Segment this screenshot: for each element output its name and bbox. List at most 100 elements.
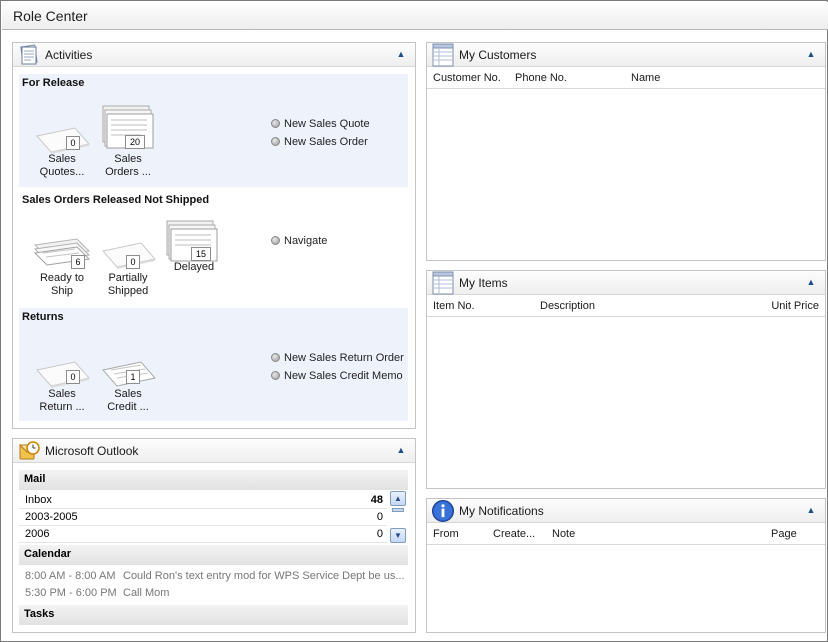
cue-count: 6 — [71, 255, 85, 269]
list-icon — [432, 43, 454, 67]
action-label: New Sales Return Order — [284, 352, 404, 364]
cue-label: Delayed — [173, 261, 215, 273]
action-label: New Sales Order — [284, 136, 368, 148]
folder-name: Inbox — [25, 494, 52, 506]
appointment-subject: Call Mom — [123, 587, 170, 599]
activities-part: Activities ▲ For Release 0 Sales Quotes.… — [12, 42, 416, 429]
my-items-title: My Items — [459, 276, 508, 290]
mail-folder-row[interactable]: 2003-2005 0 — [19, 509, 387, 526]
folder-name: 2006 — [25, 528, 50, 540]
info-icon — [432, 500, 454, 522]
column-header[interactable]: Description — [540, 300, 595, 312]
appointment-time: 5:30 PM - 6:00 PM — [25, 587, 117, 599]
collapse-up-icon[interactable]: ▲ — [805, 275, 817, 289]
tasks-title: Tasks — [24, 608, 55, 620]
my-customers-header: My Customers ▲ — [427, 43, 825, 67]
column-header-row: Customer No. Phone No. Name — [427, 68, 825, 89]
mail-scrollbar[interactable]: ▲ ▼ — [390, 491, 406, 543]
cue-count: 15 — [191, 247, 211, 261]
column-header[interactable]: Customer No. — [433, 72, 501, 84]
mail-section-header: Mail — [19, 470, 408, 490]
action-new-sales-order[interactable]: New Sales Order — [271, 136, 368, 148]
folder-name: 2003-2005 — [25, 511, 78, 523]
calendar-title: Calendar — [24, 548, 72, 560]
bullet-icon — [271, 137, 280, 146]
group-title: Sales Orders Released Not Shipped — [22, 194, 210, 206]
collapse-up-icon[interactable]: ▲ — [805, 503, 817, 517]
bullet-icon — [271, 371, 280, 380]
column-header[interactable]: Unit Price — [771, 300, 819, 312]
column-header-row: Item No. Description Unit Price — [427, 296, 825, 317]
folder-count: 0 — [376, 511, 383, 523]
calendar-section-header: Calendar — [19, 545, 408, 565]
action-label: New Sales Credit Memo — [284, 370, 403, 382]
column-header-row: From Create... Note Page — [427, 524, 825, 545]
group-title: Returns — [22, 311, 64, 323]
my-items-part: My Items ▲ Item No. Description Unit Pri… — [426, 270, 826, 489]
group-for-release: For Release 0 Sales Quotes... 20 Sales O… — [19, 74, 408, 187]
folder-count: 0 — [376, 528, 383, 540]
activities-stack-icon — [20, 44, 38, 65]
cue-count: 0 — [66, 370, 80, 384]
outlook-icon — [18, 441, 40, 460]
scroll-thumb[interactable] — [392, 508, 404, 512]
cue-label: Partially Shipped — [107, 272, 149, 297]
activities-header: Activities ▲ — [13, 43, 415, 67]
title-bar: Role Center — [2, 2, 828, 30]
cue-label: Sales Credit ... — [107, 388, 149, 413]
cue-count: 0 — [66, 136, 80, 150]
mail-folder-row[interactable]: 2006 0 — [19, 526, 387, 543]
role-center-window: Role Center Activities ▲ For Release 0 S… — [0, 0, 828, 642]
scroll-down-icon[interactable]: ▼ — [390, 528, 406, 543]
cue-label: Ready to Ship — [39, 272, 85, 297]
outlook-part: Microsoft Outlook ▲ Mail Inbox 48 2003-2… — [12, 438, 416, 633]
column-header[interactable]: Create... — [493, 528, 535, 540]
collapse-up-icon[interactable]: ▲ — [805, 47, 817, 61]
my-notifications-part: My Notifications ▲ From Create... Note P… — [426, 498, 826, 633]
document-stack-icon — [102, 105, 154, 149]
action-label: Navigate — [284, 235, 328, 247]
outlook-title: Microsoft Outlook — [45, 444, 139, 458]
my-notifications-header: My Notifications ▲ — [427, 499, 825, 523]
column-header[interactable]: From — [433, 528, 459, 540]
folder-count: 48 — [370, 494, 383, 506]
appointment-subject: Could Ron's text entry mod for WPS Servi… — [123, 570, 405, 582]
column-header[interactable]: Page — [771, 528, 797, 540]
group-returns: Returns 0 Sales Return ... 1 Sales Credi… — [19, 308, 408, 421]
collapse-up-icon[interactable]: ▲ — [395, 443, 407, 457]
action-label: New Sales Quote — [284, 118, 370, 130]
action-new-sales-return-order[interactable]: New Sales Return Order — [271, 352, 404, 364]
mail-title: Mail — [24, 473, 46, 485]
window-title: Role Center — [13, 8, 88, 24]
cue-count: 0 — [126, 255, 140, 269]
mail-folder-row[interactable]: Inbox 48 — [19, 492, 387, 509]
my-notifications-title: My Notifications — [459, 504, 544, 518]
outlook-header: Microsoft Outlook ▲ — [13, 439, 415, 463]
group-released-not-shipped: Sales Orders Released Not Shipped 6 Read… — [19, 191, 408, 305]
my-customers-title: My Customers — [459, 48, 537, 62]
collapse-up-icon[interactable]: ▲ — [395, 47, 407, 61]
my-items-header: My Items ▲ — [427, 271, 825, 295]
cue-count: 1 — [126, 370, 140, 384]
cue-label: Sales Return ... — [39, 388, 85, 413]
cue-label: Sales Orders ... — [105, 153, 151, 178]
column-header[interactable]: Note — [552, 528, 575, 540]
column-header[interactable]: Phone No. — [515, 72, 567, 84]
action-new-sales-credit-memo[interactable]: New Sales Credit Memo — [271, 370, 403, 382]
tasks-section-header: Tasks — [19, 605, 408, 625]
appointment-row[interactable]: 8:00 AM - 8:00 AM Could Ron's text entry … — [25, 570, 405, 582]
group-title: For Release — [22, 77, 85, 89]
bullet-icon — [271, 353, 280, 362]
my-customers-part: My Customers ▲ Customer No. Phone No. Na… — [426, 42, 826, 261]
bullet-icon — [271, 236, 280, 245]
activities-title: Activities — [45, 48, 93, 62]
bullet-icon — [271, 119, 280, 128]
action-navigate[interactable]: Navigate — [271, 235, 327, 247]
scroll-up-icon[interactable]: ▲ — [390, 491, 406, 506]
appointment-time: 8:00 AM - 8:00 AM — [25, 570, 116, 582]
list-icon — [432, 271, 454, 295]
appointment-row[interactable]: 5:30 PM - 6:00 PM Call Mom — [25, 587, 169, 599]
action-new-sales-quote[interactable]: New Sales Quote — [271, 118, 370, 130]
column-header[interactable]: Item No. — [433, 300, 475, 312]
column-header[interactable]: Name — [631, 72, 660, 84]
